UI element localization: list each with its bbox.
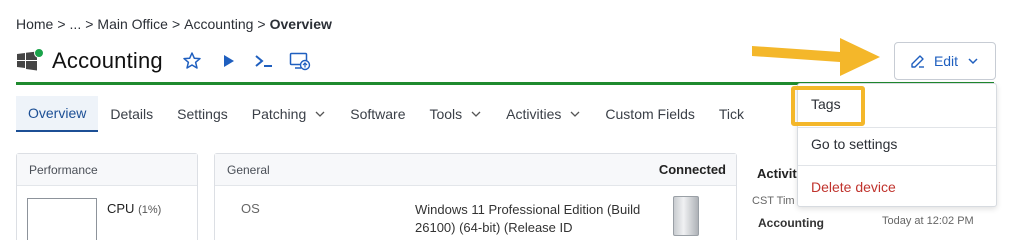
- tab-settings[interactable]: Settings: [165, 96, 240, 132]
- tab-label: Tick: [718, 106, 745, 122]
- chevron-down-icon: [471, 111, 481, 117]
- tab-overview[interactable]: Overview: [16, 96, 99, 132]
- chevron-down-icon: [968, 58, 978, 65]
- breadcrumb-current: Overview: [269, 16, 332, 32]
- breadcrumb-separator: >: [57, 16, 66, 32]
- cpu-value: (1%): [138, 204, 162, 216]
- os-value: Windows 11 Professional Edition (Build 2…: [415, 202, 641, 235]
- breadcrumb: Home >... > Main Office > Accounting > Overview: [16, 16, 336, 32]
- terminal-icon[interactable]: [253, 50, 275, 72]
- breadcrumb-ellipsis[interactable]: ...: [70, 16, 82, 32]
- menu-item-delete-device[interactable]: Delete device: [798, 179, 996, 195]
- activity-title: Activiti: [757, 166, 801, 181]
- edit-button[interactable]: Edit: [894, 42, 996, 80]
- menu-divider: [798, 127, 996, 128]
- tab-software[interactable]: Software: [338, 96, 417, 132]
- cpu-label-text: CPU: [107, 201, 135, 216]
- breadcrumb-accounting[interactable]: Accounting: [184, 16, 253, 32]
- tab-custom-fields[interactable]: Custom Fields: [593, 96, 706, 132]
- device-image: [673, 196, 699, 236]
- arrow-annotation-icon: [752, 38, 880, 76]
- chevron-down-icon: [315, 111, 325, 117]
- tab-tickets[interactable]: Tick: [707, 96, 756, 132]
- breadcrumb-main-office[interactable]: Main Office: [97, 16, 168, 32]
- os-label: OS: [241, 201, 260, 216]
- tab-bar: Overview Details Settings Patching Softw…: [16, 96, 756, 132]
- breadcrumb-home[interactable]: Home: [16, 16, 53, 32]
- cpu-chart: [27, 198, 97, 240]
- tab-label: Settings: [177, 106, 228, 122]
- tab-label: Overview: [28, 105, 87, 121]
- remote-desktop-icon[interactable]: [289, 50, 311, 72]
- tab-activities[interactable]: Activities: [494, 96, 593, 132]
- online-status-dot: [34, 48, 44, 58]
- tab-tools[interactable]: Tools: [417, 96, 494, 132]
- menu-item-go-to-settings[interactable]: Go to settings: [798, 136, 996, 152]
- star-icon[interactable]: [181, 50, 203, 72]
- tab-label: Patching: [251, 106, 307, 122]
- tab-label: Tools: [429, 106, 463, 122]
- play-icon[interactable]: [217, 50, 239, 72]
- panel-title: Performance: [17, 154, 197, 186]
- breadcrumb-separator: >: [85, 16, 94, 32]
- general-panel: General Connected OS Windows 11 Professi…: [214, 153, 737, 240]
- page-title: Accounting: [52, 48, 163, 73]
- title-row: Accounting: [16, 44, 325, 78]
- performance-panel: Performance CPU (1%): [16, 153, 198, 240]
- cpu-label: CPU (1%): [107, 201, 161, 216]
- tab-details[interactable]: Details: [98, 96, 165, 132]
- edit-button-label: Edit: [933, 53, 959, 69]
- activity-timezone: CST Tim: [752, 195, 795, 207]
- tab-label: Details: [110, 106, 154, 122]
- tab-patching[interactable]: Patching: [240, 96, 338, 132]
- breadcrumb-separator: >: [257, 16, 266, 32]
- windows-icon: [16, 48, 44, 72]
- activity-time: Today at 12:02 PM: [882, 215, 974, 227]
- activity-item[interactable]: Accounting: [758, 216, 824, 230]
- chevron-down-icon: [570, 111, 580, 117]
- breadcrumb-separator: >: [171, 16, 181, 32]
- menu-divider: [798, 165, 996, 166]
- connection-status: Connected: [658, 162, 726, 177]
- edit-icon: [911, 55, 924, 68]
- tab-label: Custom Fields: [605, 106, 695, 122]
- tags-highlight-box: [791, 86, 865, 126]
- tab-label: Activities: [506, 106, 562, 122]
- tab-label: Software: [350, 106, 406, 122]
